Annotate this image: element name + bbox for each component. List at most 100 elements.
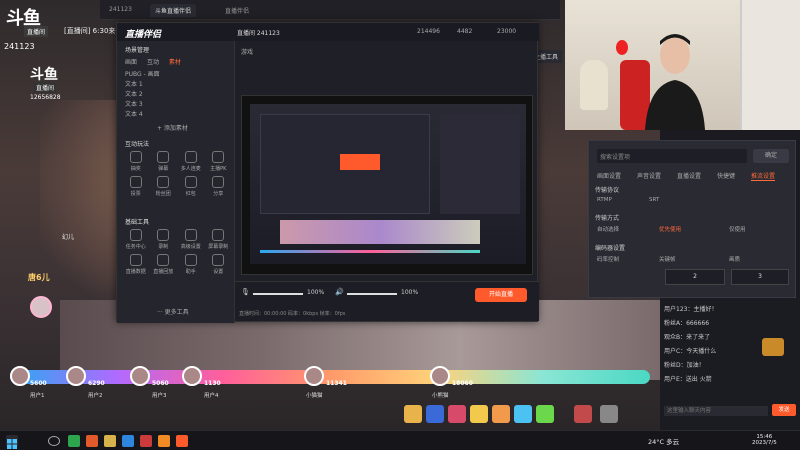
- source-item[interactable]: 文本 4: [125, 109, 143, 118]
- douyu-logo: 斗鱼 直播间: [2, 2, 62, 42]
- gift-icon[interactable]: [426, 405, 444, 423]
- gift-icon[interactable]: [600, 405, 618, 423]
- rank-avatar[interactable]: [10, 366, 30, 386]
- taskbar-app-icon[interactable]: [68, 435, 80, 447]
- basic-tool[interactable]: 直播数据: [123, 254, 149, 275]
- preview-highlight: [340, 154, 380, 170]
- taskbar-app-icon[interactable]: [122, 435, 134, 447]
- speaker-icon[interactable]: 🔊: [335, 288, 344, 296]
- tool-fans[interactable]: 粉丝团: [151, 176, 177, 197]
- windows-logo-icon: [7, 439, 17, 449]
- rank-avatar[interactable]: [430, 366, 450, 386]
- scene-header: 场景管理: [125, 47, 150, 54]
- taskbar-app-icon[interactable]: [86, 435, 98, 447]
- taskbar-clock[interactable]: 15:46 2023/7/5: [752, 434, 777, 446]
- os-taskbar: 24°C 多云 15:46 2023/7/5: [0, 430, 800, 450]
- browser-tab-1[interactable]: 241123: [104, 4, 137, 17]
- transport-option[interactable]: 自动选择: [597, 225, 619, 233]
- taskbar-app-icon[interactable]: [176, 435, 188, 447]
- settings-tab-2[interactable]: 直播设置: [677, 171, 701, 180]
- keyframe-input[interactable]: 2: [665, 269, 725, 285]
- scene-tab-1[interactable]: 互动: [147, 59, 159, 66]
- basic-tool[interactable]: 任务中心: [123, 229, 149, 250]
- protocol-option[interactable]: RTMP: [597, 197, 612, 203]
- gift-icon[interactable]: [404, 405, 422, 423]
- rank-avatar[interactable]: [304, 366, 324, 386]
- settings-apply-button[interactable]: 确定: [753, 149, 789, 163]
- gift-icon[interactable]: [470, 405, 488, 423]
- mic-slider[interactable]: [253, 293, 303, 295]
- settings-search-input[interactable]: 搜索设置项: [597, 149, 747, 163]
- tool-label: 助手: [185, 269, 196, 275]
- transport-option[interactable]: 优先使用: [659, 225, 681, 233]
- more-tools-link[interactable]: ··· 更多工具: [157, 307, 189, 316]
- weather-widget[interactable]: 24°C 多云: [648, 436, 679, 446]
- tool-danmu[interactable]: 弹幕: [151, 151, 177, 172]
- transport-option[interactable]: 仅使用: [729, 225, 746, 233]
- start-menu-icon[interactable]: [6, 435, 18, 449]
- rank-avatar[interactable]: [66, 366, 86, 386]
- browser-tab-2[interactable]: 斗鱼直播伴侣: [150, 4, 197, 17]
- taskbar-app-icon[interactable]: [104, 435, 116, 447]
- rocket-decor: [580, 60, 608, 110]
- streamer-name-tag: 唐6儿: [28, 273, 50, 282]
- chat-send-button[interactable]: 发送: [772, 404, 796, 416]
- rank-avatar[interactable]: [130, 366, 150, 386]
- quality-input[interactable]: 3: [731, 269, 789, 285]
- chat-input[interactable]: 这里输入聊天内容: [664, 406, 768, 416]
- tool-share[interactable]: 分享: [206, 176, 232, 197]
- encoder-option[interactable]: 关键帧: [659, 255, 676, 263]
- add-source-button[interactable]: + 添加素材: [157, 123, 188, 132]
- tool-pk[interactable]: 主播PK: [206, 151, 232, 172]
- tool-lottery[interactable]: 抽奖: [123, 151, 149, 172]
- gift-icon[interactable]: [492, 405, 510, 423]
- rank-avatar[interactable]: [182, 366, 202, 386]
- stat-2: 4482: [457, 28, 473, 35]
- basic-tool[interactable]: 录制: [151, 229, 177, 250]
- gift-icon[interactable]: [536, 405, 554, 423]
- settings-tab-0[interactable]: 画面设置: [597, 171, 621, 180]
- stat-3: 23000: [497, 28, 517, 35]
- mic-icon: [184, 151, 197, 163]
- tool-label: 录制: [158, 244, 169, 250]
- taskbar-app-icon[interactable]: [140, 435, 152, 447]
- tool-multi-mic[interactable]: 多人连麦: [178, 151, 204, 172]
- scene-tab-2[interactable]: 素材: [169, 59, 181, 66]
- gift-icon[interactable]: [514, 405, 532, 423]
- settings-tab-1[interactable]: 声音设置: [637, 171, 661, 180]
- basic-tool[interactable]: 设置: [206, 254, 232, 275]
- source-item[interactable]: 文本 2: [125, 89, 143, 98]
- settings-tab-4[interactable]: 推流设置: [751, 171, 776, 181]
- start-live-button[interactable]: 开始直播: [475, 288, 527, 302]
- speaker-percent: 100%: [401, 289, 419, 296]
- protocol-option[interactable]: SRT: [649, 197, 659, 203]
- source-item[interactable]: PUBG - 画面: [125, 69, 160, 78]
- tool-label: 分享: [213, 191, 224, 197]
- scene-tab-0[interactable]: 画面: [125, 59, 137, 66]
- preview-rank-bar: [260, 250, 480, 253]
- taskbar-app-icon[interactable]: [158, 435, 170, 447]
- stream-preview[interactable]: [241, 95, 533, 275]
- clock-date: 2023/7/5: [752, 440, 777, 446]
- helper-icon: [184, 254, 197, 266]
- basic-tool[interactable]: 助手: [178, 254, 204, 275]
- streamer-avatar[interactable]: [30, 296, 52, 318]
- speaker-slider[interactable]: [347, 293, 397, 295]
- search-icon[interactable]: [48, 436, 60, 446]
- browser-tab-3[interactable]: 直播伴侣: [220, 4, 254, 17]
- treasure-chest-icon[interactable]: [762, 338, 784, 356]
- gift-icon[interactable]: [574, 405, 592, 423]
- basic-tool[interactable]: 直播回放: [151, 254, 177, 275]
- basic-tool[interactable]: 高级设置: [178, 229, 204, 250]
- source-item[interactable]: 文本 1: [125, 79, 143, 88]
- source-item[interactable]: 文本 3: [125, 99, 143, 108]
- mic-icon[interactable]: 🎙: [241, 288, 250, 296]
- room-subtag[interactable]: 游戏: [241, 47, 253, 56]
- tool-vote[interactable]: 投票: [123, 176, 149, 197]
- encoder-option[interactable]: 画质: [729, 255, 740, 263]
- encoder-option[interactable]: 码率控制: [597, 255, 619, 263]
- gift-icon[interactable]: [448, 405, 466, 423]
- tool-redpack[interactable]: 红包: [178, 176, 204, 197]
- basic-tool[interactable]: 屏幕录制: [206, 229, 232, 250]
- settings-tab-3[interactable]: 快捷键: [717, 171, 735, 180]
